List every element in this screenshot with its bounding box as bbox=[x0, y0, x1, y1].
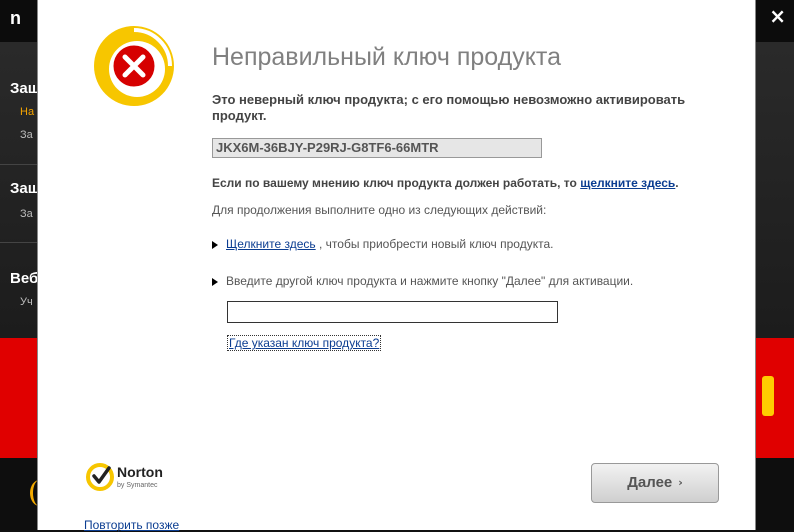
next-button[interactable]: Далее › bbox=[591, 463, 719, 503]
chevron-right-icon: › bbox=[678, 476, 683, 489]
option-enter-key: Введите другой ключ продукта и нажмите к… bbox=[212, 274, 633, 288]
option-enter-text: Введите другой ключ продукта и нажмите к… bbox=[226, 274, 634, 288]
sidebar-sub[interactable]: За bbox=[20, 208, 33, 220]
background-sidebar: Защ На За Защ За Веб Уч bbox=[0, 42, 40, 338]
divider bbox=[0, 242, 38, 243]
norton-logo: Norton by Symantec bbox=[85, 460, 175, 496]
sidebar-heading[interactable]: Веб bbox=[10, 270, 38, 287]
background-logo: n bbox=[10, 8, 21, 28]
hint-suffix: . bbox=[675, 176, 679, 190]
new-key-input[interactable] bbox=[227, 301, 558, 323]
dialog-title: Неправильный ключ продукта bbox=[212, 43, 561, 71]
sidebar-sub[interactable]: На bbox=[20, 106, 34, 118]
sidebar-heading[interactable]: Защ bbox=[10, 80, 40, 97]
divider bbox=[0, 164, 38, 165]
sidebar-sub[interactable]: За bbox=[20, 129, 33, 141]
dialog-description: Это неверный ключ продукта; с его помощь… bbox=[212, 92, 686, 123]
support-link[interactable]: щелкните здесь bbox=[580, 176, 675, 190]
brand-name: Norton bbox=[117, 464, 163, 480]
hint-text: Если по вашему мнению ключ продукта долж… bbox=[212, 176, 679, 190]
hint-prefix: Если по вашему мнению ключ продукта долж… bbox=[212, 176, 581, 190]
background-action-button[interactable] bbox=[762, 376, 774, 416]
instruction-text: Для продолжения выполните одно из следую… bbox=[212, 203, 547, 217]
background-right-panel bbox=[754, 42, 794, 338]
norton-check-icon bbox=[86, 463, 114, 491]
product-key-field: JKX6M-36BJY-P29RJ-G8TF6-66MTR bbox=[212, 138, 542, 158]
bullet-arrow-icon bbox=[212, 240, 218, 249]
next-button-label: Далее bbox=[627, 474, 673, 491]
brand-subtitle: by Symantec bbox=[117, 482, 158, 489]
close-icon[interactable]: × bbox=[769, 4, 786, 28]
option-buy-text: , чтобы приобрести новый ключ продукта. bbox=[315, 237, 554, 251]
option-buy-key: Щелкните здесь , чтобы приобрести новый … bbox=[212, 237, 553, 251]
sidebar-sub[interactable]: Уч bbox=[20, 296, 33, 308]
invalid-key-dialog: Неправильный ключ продукта Это неверный … bbox=[37, 0, 756, 532]
buy-key-link[interactable]: Щелкните здесь bbox=[226, 237, 316, 251]
error-x-icon bbox=[90, 22, 178, 110]
sidebar-heading[interactable]: Защ bbox=[10, 180, 40, 197]
bullet-arrow-icon bbox=[212, 277, 218, 286]
where-is-key-link[interactable]: Где указан ключ продукта? bbox=[227, 335, 382, 351]
